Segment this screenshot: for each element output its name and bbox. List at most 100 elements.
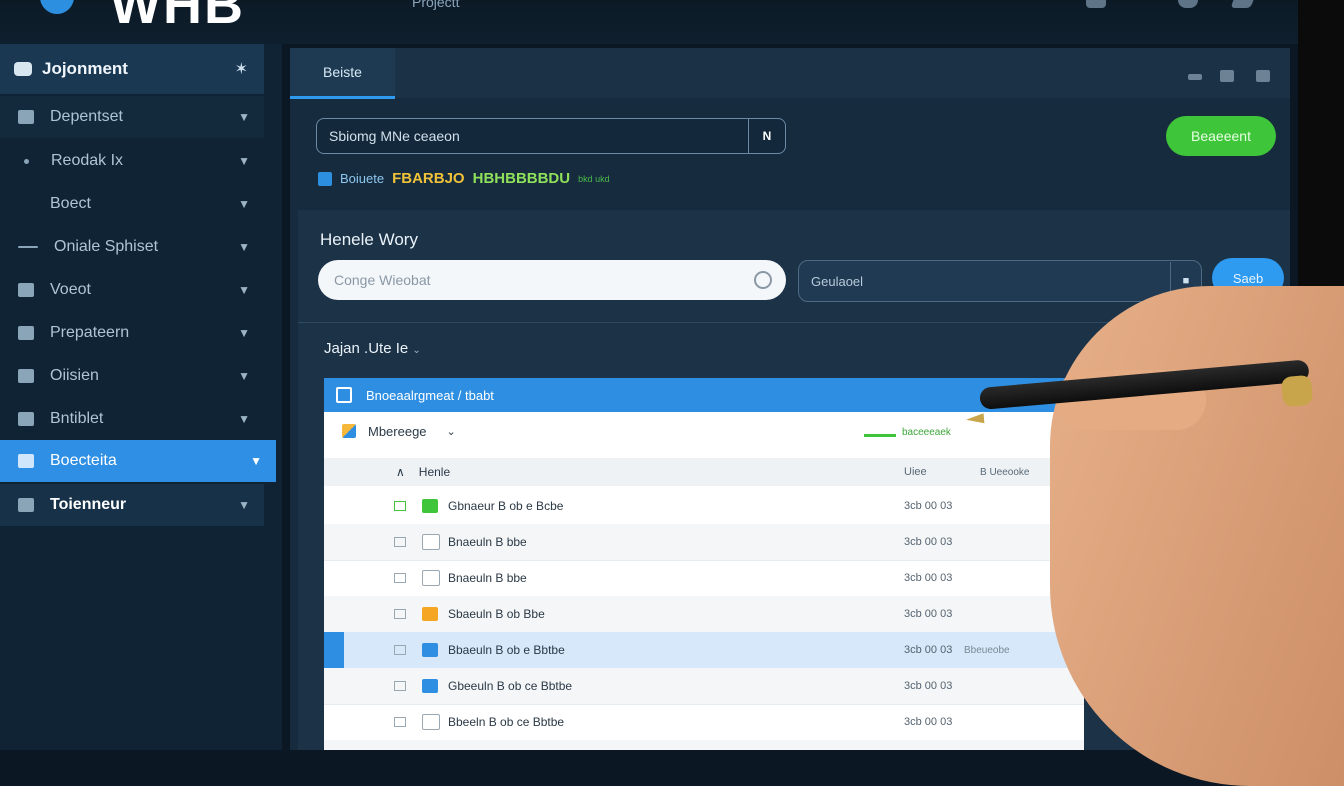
list-title: Jajan .Ute Ie ⌄ — [324, 340, 421, 357]
sidebar-header-label: Jojonment — [42, 59, 128, 78]
sidebar-item-label: Boect — [50, 195, 91, 212]
column-3[interactable]: B Ueeooke — [980, 467, 1029, 478]
sidebar-item-oiisien[interactable]: Oiisien ▼ — [0, 355, 264, 397]
table-row[interactable]: Bbeeln B ob e Bbtbe3cb 00 03 — [324, 740, 1084, 750]
sidebar-item-label: Bntiblet — [50, 410, 104, 427]
file-icon — [422, 679, 438, 693]
app-title: WHB — [110, 0, 245, 35]
file-name[interactable]: Bbaeuln B ob e Bbtbe — [448, 643, 565, 657]
collapse-icon[interactable]: ∧ — [396, 465, 405, 479]
selection-indicator — [324, 632, 344, 668]
query-search-input[interactable]: Conge Wieobat — [318, 260, 786, 300]
file-name[interactable]: Bbeeln B ob ce Bbtbe — [448, 715, 564, 729]
sidebar-header[interactable]: Jojonment ✶ — [0, 44, 264, 94]
row-checkbox[interactable] — [394, 717, 406, 727]
sidebar-item-bntiblet[interactable]: Bntiblet ▼ — [0, 398, 264, 440]
column-name[interactable]: Henle — [419, 465, 450, 479]
row-checkbox[interactable] — [394, 681, 406, 691]
row-checkbox[interactable] — [394, 609, 406, 619]
status-yellow-text: FBARBJO — [392, 170, 465, 187]
table-row[interactable]: Sbaeuln B ob Bbe 3cb 00 03 — [324, 596, 1084, 633]
filter-select-value: Geulaoel — [811, 273, 864, 289]
blank-icon — [18, 197, 34, 211]
grid-icon — [18, 110, 34, 124]
file-value: 3cb 00 03 — [904, 500, 953, 512]
lock-icon — [18, 412, 34, 426]
status-line: Boiuete FBARBJO HBHBBBBDU bkd ukd — [318, 170, 610, 187]
user-icon — [18, 498, 34, 512]
table-header-label: Bnoeaalrgmeat / tbabt — [366, 387, 494, 403]
file-icon — [422, 643, 438, 657]
chevron-down-icon[interactable]: ⌄ — [447, 425, 456, 438]
sidebar-item-toienneur[interactable]: Toienneur ▼ — [0, 484, 264, 526]
sidebar-item-label: Oniale Sphiset — [54, 238, 159, 255]
sidebar-item-label: Prepateern — [50, 324, 130, 341]
file-name[interactable]: Sbaeuln B ob Bbe — [448, 607, 545, 621]
column-2[interactable]: Uiee — [904, 466, 927, 478]
pen-clip-image — [1280, 374, 1314, 408]
row-checkbox[interactable] — [394, 645, 406, 655]
file-value: 3cb 00 03 — [904, 680, 953, 692]
sidebar-item-voeot[interactable]: Voeot ▼ — [0, 269, 264, 311]
file-name[interactable]: Gbnaeur B ob e Bcbe — [448, 499, 563, 513]
search-input[interactable]: Sbiomg MNe ceaeon N — [316, 118, 786, 154]
progress-text: baceeeaek — [902, 427, 951, 438]
chevron-down-icon: ▼ — [238, 412, 250, 426]
file-name[interactable]: Bnaeuln B bbe — [448, 535, 527, 549]
chevron-down-icon: ▼ — [238, 369, 250, 383]
table-row[interactable]: Bnaeuln B bbe 3cb 00 03 — [324, 560, 1084, 597]
sidebar-item-depentset[interactable]: Depentset ▼ — [0, 96, 264, 138]
table-row[interactable]: Gbeeuln B ob ce Bbtbe 3cb 00 03 — [324, 668, 1084, 705]
progress-bar — [864, 434, 896, 437]
toolbar-square-icon[interactable] — [1086, 0, 1106, 8]
search-button[interactable]: N — [748, 119, 785, 153]
chevron-down-icon: ▼ — [238, 498, 250, 512]
close-icon[interactable] — [1256, 70, 1270, 82]
sidebar-item-label: Reodak Ix — [51, 152, 124, 169]
monitor-bezel — [1298, 0, 1344, 330]
file-name[interactable]: Gbeeuln B ob ce Bbtbe — [448, 679, 572, 693]
minimize-icon[interactable] — [1188, 74, 1202, 80]
file-value: 3cb 00 03 — [904, 572, 953, 584]
row-checkbox[interactable] — [394, 537, 406, 547]
toolbar-circle-icon[interactable] — [1178, 0, 1198, 8]
chevron-down-icon: ▼ — [250, 454, 262, 468]
table-row[interactable]: Bbeeln B ob ce Bbtbe 3cb 00 03 — [324, 704, 1084, 741]
file-icon — [18, 454, 34, 468]
pin-icon[interactable]: ✶ — [235, 59, 248, 79]
search-icon[interactable] — [754, 271, 772, 289]
toolbar-pen-icon[interactable] — [1230, 0, 1254, 8]
table-row[interactable]: Gbnaeur B ob e Bcbe 3cb 00 03 — [324, 488, 1084, 525]
sidebar-item-boecteita[interactable]: Boecteita ▼ — [0, 440, 276, 482]
project-icon — [14, 62, 32, 76]
file-icon — [422, 534, 440, 550]
primary-action-button[interactable]: Beaeeent — [1166, 116, 1276, 156]
section-title: Henele Wory — [320, 230, 418, 249]
row-checkbox[interactable] — [394, 573, 406, 583]
file-icon — [422, 607, 438, 621]
chevron-down-icon: ▼ — [238, 154, 250, 168]
tab-active[interactable]: Beiste — [290, 48, 395, 99]
file-icon — [422, 570, 440, 586]
file-icon — [422, 499, 438, 513]
table-row[interactable]: Bbaeuln B ob e Bbtbe 3cb 00 03 Bbeueobe — [324, 632, 1084, 669]
sidebar-item-prepateern[interactable]: Prepateern ▼ — [0, 312, 264, 354]
table-row[interactable]: Bnaeuln B bbe 3cb 00 03 — [324, 524, 1084, 561]
file-value: 3cb 00 03 — [904, 644, 953, 656]
file-value: 3cb 00 03 — [904, 608, 953, 620]
filter-dropdown[interactable]: Mbereege — [368, 424, 427, 439]
filter-select[interactable]: Geulaoel ■ — [798, 260, 1202, 302]
file-name[interactable]: Bnaeuln B bbe — [448, 571, 527, 585]
dash-icon — [18, 246, 38, 248]
grid-icon — [336, 387, 352, 403]
maximize-icon[interactable] — [1220, 70, 1234, 82]
file-value: 3cb 00 03 — [904, 536, 953, 548]
status-label: Boiuete — [340, 171, 385, 186]
sidebar-item-reodak[interactable]: Reodak Ix ▼ — [0, 140, 264, 182]
sidebar: Jojonment ✶ Depentset ▼ Reodak Ix ▼ Boec… — [0, 44, 282, 750]
row-checkbox[interactable] — [394, 501, 406, 511]
folder-icon — [18, 369, 34, 383]
sidebar-item-boect[interactable]: Boect ▼ — [0, 183, 264, 225]
sidebar-item-oniale[interactable]: Oniale Sphiset ▼ — [0, 226, 264, 268]
chevron-down-icon: ▼ — [238, 197, 250, 211]
